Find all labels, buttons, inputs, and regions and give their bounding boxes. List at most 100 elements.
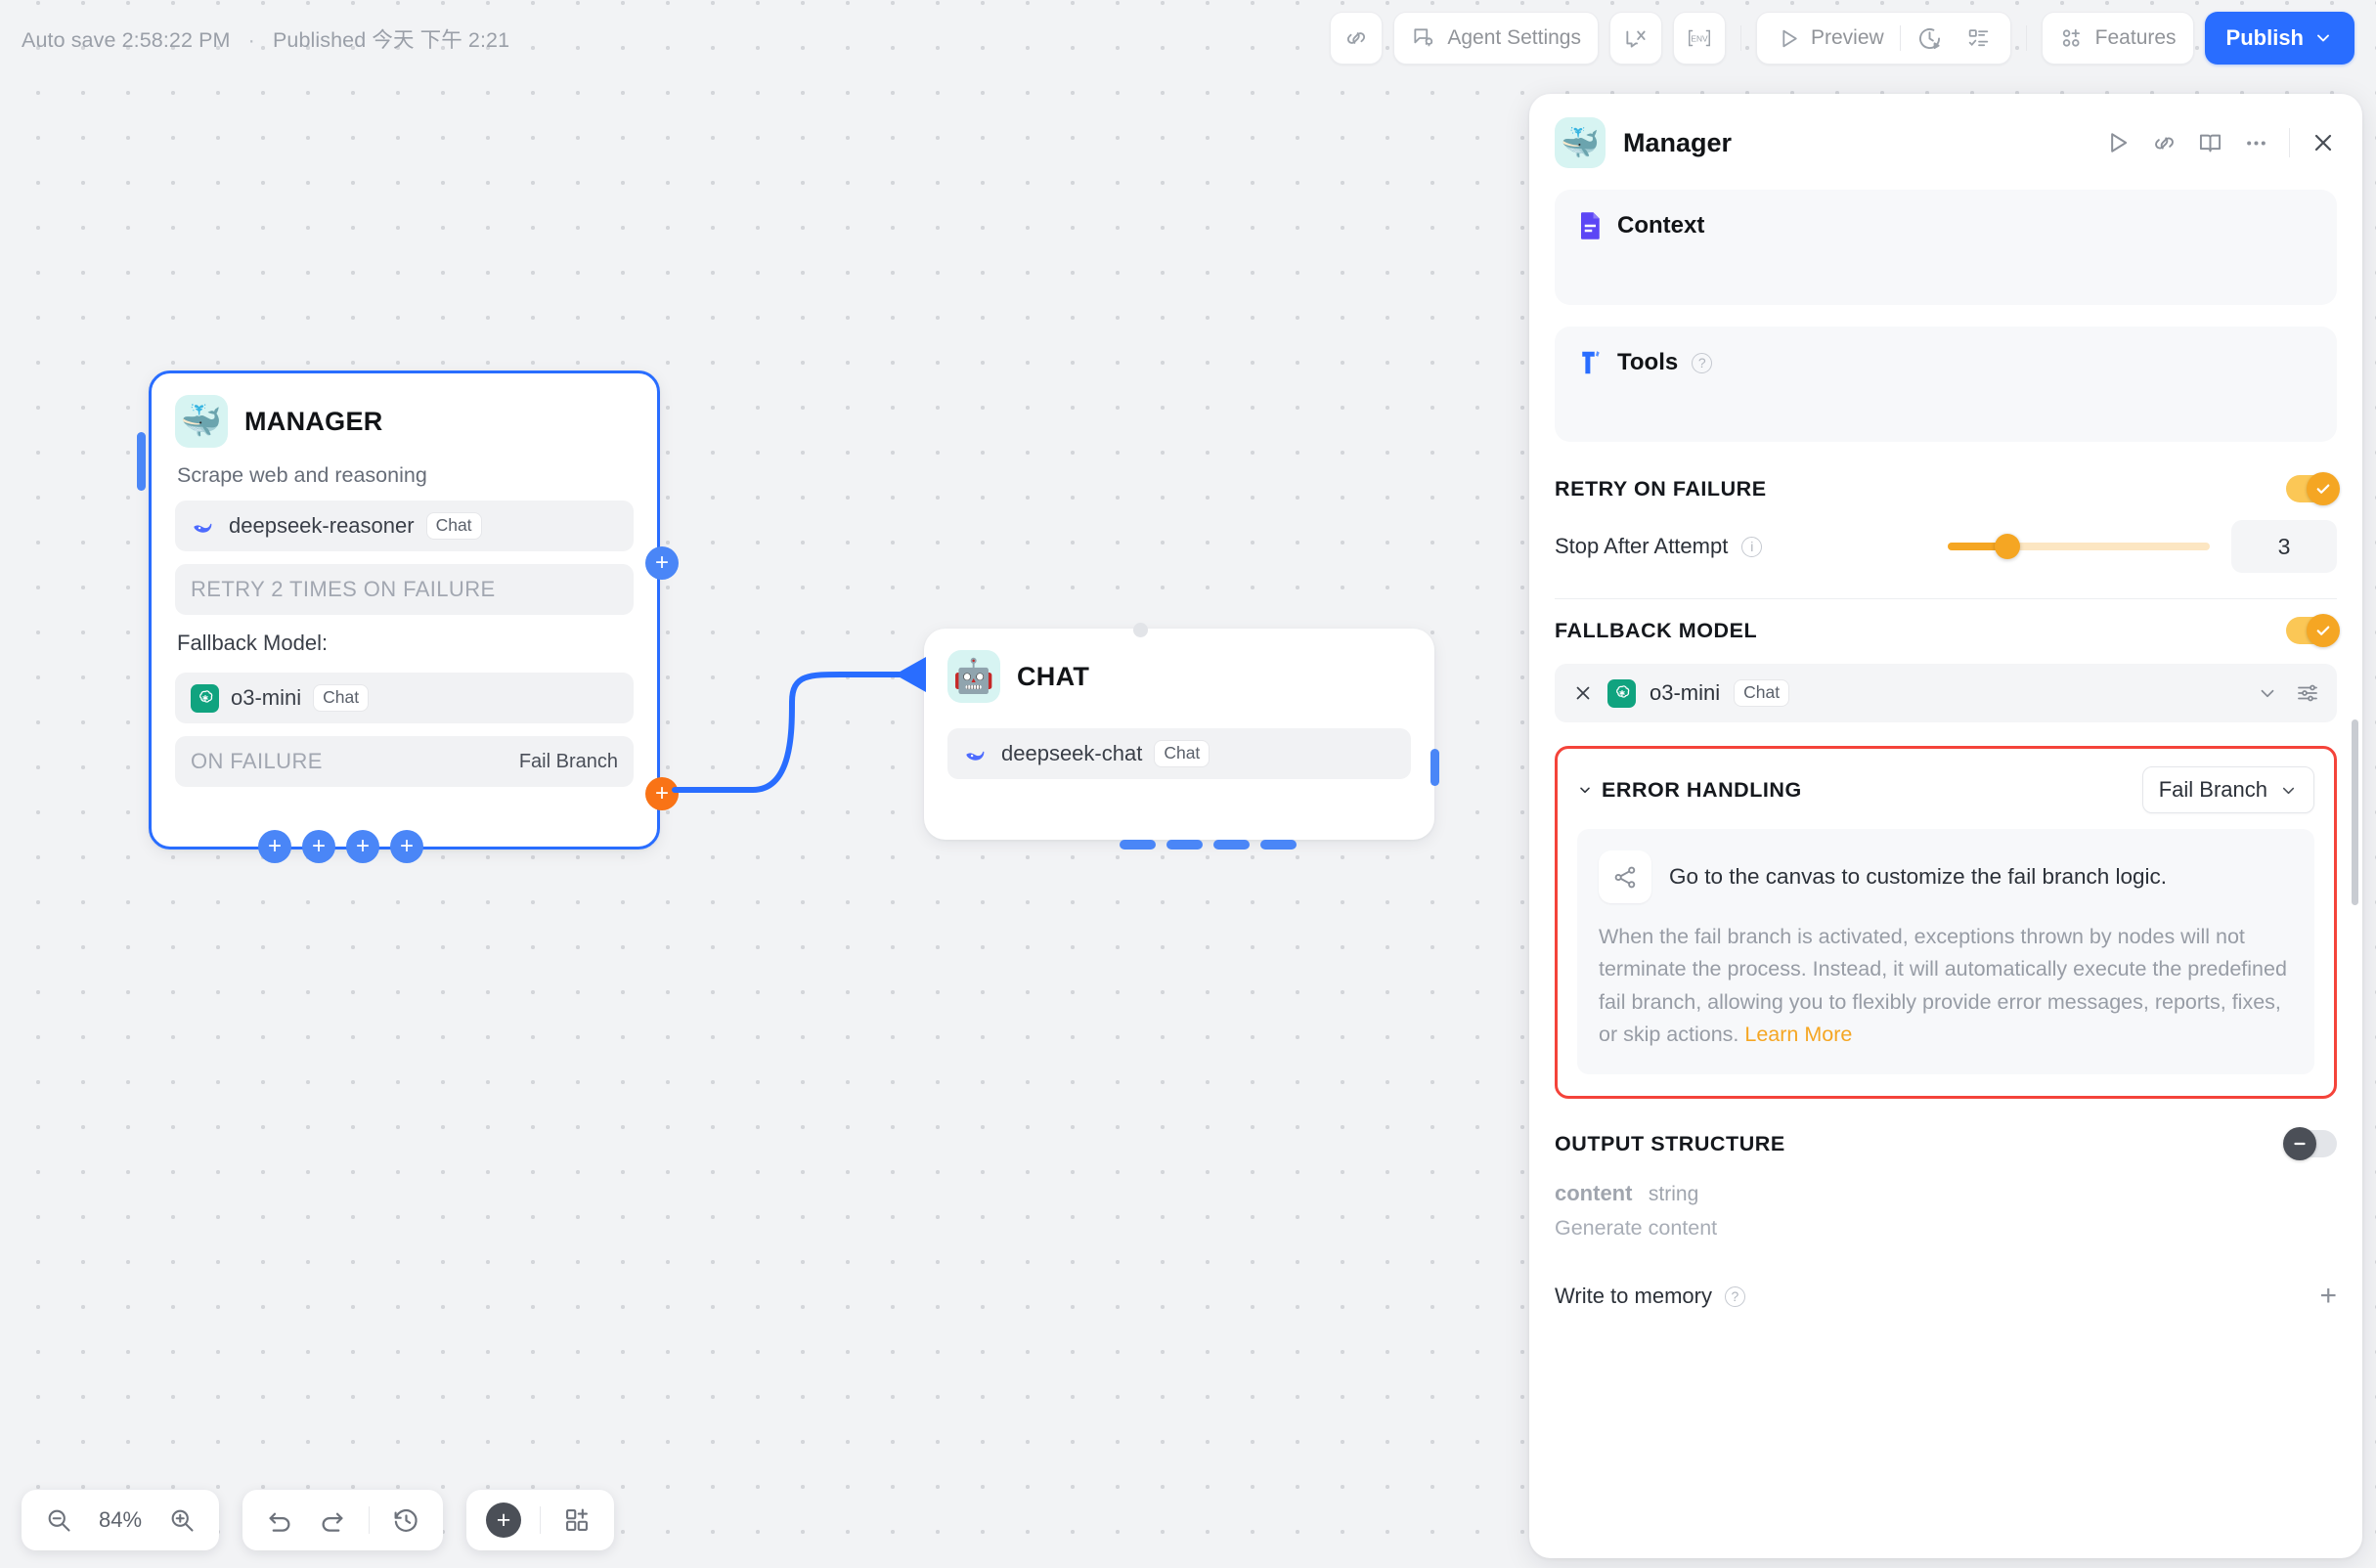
chat-top-handle[interactable] [1133,623,1148,637]
node-manager[interactable]: 🐳 MANAGER Scrape web and reasoning deeps… [149,370,660,849]
learn-more-link[interactable]: Learn More [1744,1023,1852,1046]
manager-retry-label: RETRY 2 TIMES ON FAILURE [191,577,496,602]
manager-model-tag: Chat [426,512,482,540]
manager-add-handle-4[interactable]: + [390,830,423,863]
output-structure-toggle[interactable] [2286,1130,2337,1157]
deepseek-icon [963,741,990,767]
tools-icon [1578,348,1604,377]
more-icon[interactable] [2243,130,2269,156]
chat-bottom-handle-3[interactable] [1213,840,1250,849]
manager-bottom-handles: + + + + [258,830,423,863]
toolbar-actions: Agent Settings ENV [1330,12,2354,65]
chevron-down-icon[interactable] [2257,682,2278,704]
context-card[interactable]: Context [1555,190,2337,305]
fallback-toggle-knob [2307,614,2340,647]
node-chat[interactable]: 🤖 CHAT deepseek-chat Chat [924,629,1434,840]
sliders-icon[interactable] [2296,681,2319,705]
error-handling-callout-top: Go to the canvas to customize the fail b… [1599,850,2293,903]
manager-model-add-handle[interactable]: + [645,546,679,580]
add-node-icon[interactable]: + [480,1497,527,1544]
history-icon[interactable] [382,1497,429,1544]
env-button[interactable]: ENV [1673,12,1726,65]
chat-variable-button[interactable] [1609,12,1662,65]
chat-variable-icon [1623,25,1649,51]
stop-after-attempt-row: Stop After Attempt i 3 [1555,510,2337,594]
chat-output-handle[interactable] [1430,749,1439,786]
write-to-memory-help-icon[interactable]: ? [1725,1286,1745,1307]
error-handling-select[interactable]: Fail Branch [2142,766,2314,813]
output-field-head: content string [1555,1181,2337,1206]
run-icon[interactable] [2104,129,2132,156]
tools-help-icon[interactable]: ? [1692,353,1712,373]
error-handling-description-wrap: When the fail branch is activated, excep… [1599,921,2293,1051]
slider-thumb[interactable] [1995,534,2020,559]
features-button[interactable]: Features [2042,12,2194,65]
chat-node-header: 🤖 CHAT [924,629,1434,703]
close-icon[interactable] [2310,129,2337,156]
zoom-out-icon[interactable] [35,1497,82,1544]
stop-after-attempt-slider[interactable] [1948,543,2210,550]
fallback-toggle[interactable] [2286,617,2337,644]
manager-retry-row: RETRY 2 TIMES ON FAILURE [175,564,634,615]
chevron-down-icon[interactable] [1577,782,1593,798]
chat-bottom-handle-1[interactable] [1120,840,1156,849]
checklist-button[interactable] [1955,19,2002,58]
section-divider-1 [1555,598,2337,599]
run-history-button[interactable] [1905,19,1955,58]
manager-add-handle-1[interactable]: + [258,830,291,863]
publish-button[interactable]: Publish [2205,12,2354,65]
undo-icon[interactable] [256,1497,303,1544]
agent-settings-icon [1411,25,1436,51]
features-icon [2059,25,2085,51]
chat-node-title: CHAT [1017,662,1089,692]
chat-model-tag: Chat [1154,740,1210,767]
add-node-button[interactable]: + [486,1503,521,1538]
agent-settings-button[interactable]: Agent Settings [1393,12,1599,65]
manager-model-row[interactable]: deepseek-reasoner Chat [175,501,634,551]
manager-on-failure-row[interactable]: ON FAILURE Fail Branch [175,736,634,787]
templates-icon[interactable] [553,1497,600,1544]
fallback-remove-icon[interactable] [1572,682,1594,704]
link-button[interactable] [1330,12,1383,65]
manager-fail-branch-handle[interactable]: + [645,777,679,810]
tools-card[interactable]: Tools ? [1555,327,2337,442]
error-handling-section: ERROR HANDLING Fail Branch [1555,746,2337,1099]
preview-group: Preview [1756,12,2011,65]
stop-after-attempt-value[interactable]: 3 [2231,520,2337,573]
manager-node-emoji: 🐳 [175,395,228,448]
history-divider [369,1506,370,1534]
chat-bottom-handle-2[interactable] [1166,840,1203,849]
error-handling-callout: Go to the canvas to customize the fail b… [1577,829,2314,1074]
preview-button[interactable]: Preview [1765,19,1896,58]
book-icon[interactable] [2197,130,2223,156]
chat-bottom-handle-4[interactable] [1260,840,1297,849]
tools-header: Tools ? [1578,348,2313,377]
manager-fallback-model-row[interactable]: o3-mini Chat [175,673,634,723]
stop-after-attempt-help-icon[interactable]: i [1741,537,1762,557]
retry-toggle[interactable] [2286,475,2337,502]
panel-scrollbar[interactable] [2352,719,2358,905]
chevron-down-icon [2313,28,2333,48]
manager-fallback-label: Fallback Model: [177,631,328,656]
manager-on-failure-value: Fail Branch [519,751,618,773]
autosave-status: Auto save 2:58:22 PM · Published 今天 下午 2… [22,23,509,54]
status-separator: · [248,28,255,52]
redo-icon[interactable] [309,1497,356,1544]
manager-add-handle-3[interactable]: + [346,830,379,863]
manager-add-handle-2[interactable]: + [302,830,335,863]
zoom-in-icon[interactable] [158,1497,205,1544]
error-handling-title: ERROR HANDLING [1602,778,1802,803]
published-text: Published 今天 下午 2:21 [273,28,509,52]
chat-model-row[interactable]: deepseek-chat Chat [947,728,1411,779]
app-root: Auto save 2:58:22 PM · Published 今天 下午 2… [0,0,2376,1568]
context-label: Context [1617,212,1704,240]
output-field-description: Generate content [1555,1216,2337,1241]
branch-icon [1599,850,1651,903]
link-icon[interactable] [2151,130,2178,156]
preview-label: Preview [1811,26,1884,50]
zoom-level[interactable]: 84% [88,1507,153,1533]
manager-input-handle[interactable] [137,432,146,491]
write-to-memory-add-button[interactable]: + [2319,1282,2337,1311]
panel-node-emoji: 🐳 [1555,117,1606,168]
fallback-model-select[interactable]: o3-mini Chat [1555,664,2337,722]
